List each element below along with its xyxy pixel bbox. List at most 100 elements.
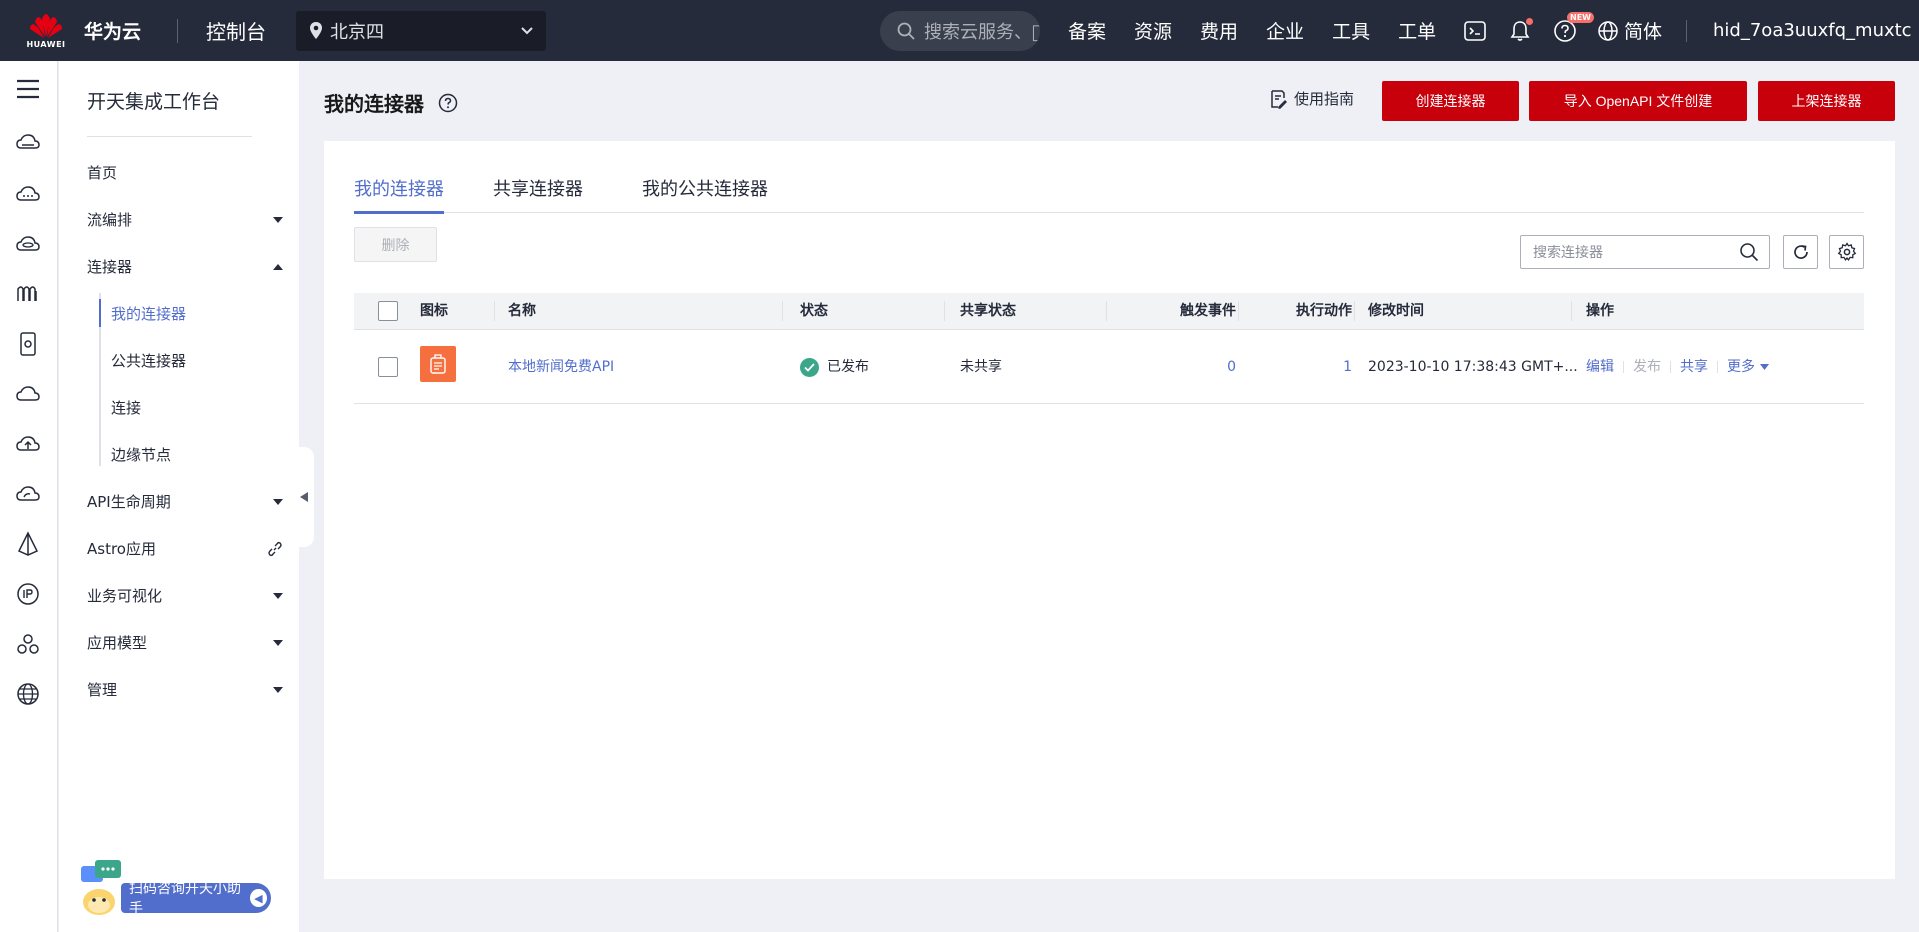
globe-network-icon[interactable]: [15, 681, 41, 707]
nav-link-beian[interactable]: 备案: [1068, 17, 1106, 44]
refresh-icon: [1793, 245, 1808, 259]
column-divider: [782, 301, 783, 321]
nav-link-tickets[interactable]: 工单: [1398, 17, 1436, 44]
chevron-down-icon: [521, 26, 533, 34]
caret-down-icon: [273, 686, 283, 693]
connector-name-link[interactable]: 本地新闻免费API: [508, 330, 614, 404]
cloud-icon[interactable]: [15, 181, 41, 207]
caret-down-icon: [273, 216, 283, 223]
cloud-server-icon[interactable]: [15, 131, 41, 157]
nav-link-resources[interactable]: 资源: [1134, 17, 1172, 44]
nav-link-enterprise[interactable]: 企业: [1266, 17, 1304, 44]
hamburger-menu-icon[interactable]: [16, 79, 40, 99]
edit-link[interactable]: 编辑: [1586, 330, 1614, 404]
brand-name[interactable]: 华为云: [84, 17, 141, 44]
connector-search-input[interactable]: 搜索连接器: [1520, 235, 1770, 269]
sidebar-item-api-lifecycle[interactable]: API生命周期: [87, 491, 283, 512]
sidebar-title: 开天集成工作台: [87, 91, 221, 113]
trigger-events-count[interactable]: 0: [1166, 330, 1236, 404]
pyramid-icon[interactable]: [15, 531, 41, 557]
ip-icon[interactable]: [15, 581, 41, 607]
nav-link-billing[interactable]: 费用: [1200, 17, 1238, 44]
location-pin-icon: [310, 21, 323, 39]
cloud-sync-icon[interactable]: [15, 481, 41, 507]
gear-icon: [1837, 242, 1856, 262]
divider: [1623, 361, 1624, 373]
divider: [87, 136, 252, 137]
column-divider: [1571, 301, 1572, 321]
search-icon[interactable]: [1739, 242, 1759, 262]
more-dropdown[interactable]: 更多: [1727, 330, 1755, 404]
tab-my-connectors[interactable]: 我的连接器: [354, 175, 444, 214]
refresh-button[interactable]: [1783, 235, 1818, 269]
delete-button[interactable]: 删除: [354, 227, 437, 262]
connector-logo-icon: [430, 354, 446, 374]
divider: [1686, 19, 1688, 42]
tab-shared-connectors[interactable]: 共享连接器: [493, 175, 583, 211]
cloud-database-icon[interactable]: [15, 231, 41, 257]
sidebar-item-visualization[interactable]: 业务可视化: [87, 585, 283, 606]
huawei-logo[interactable]: HUAWEI: [0, 0, 92, 61]
cluster-icon[interactable]: [15, 631, 41, 657]
import-openapi-button[interactable]: 导入 OpenAPI 文件创建: [1529, 81, 1747, 121]
top-icon-group: NEW 简体 hid_7oa3uuxfq_muxtc: [1462, 0, 1912, 61]
share-link[interactable]: 共享: [1680, 330, 1708, 404]
caret-up-icon: [273, 263, 283, 270]
nav-link-tools[interactable]: 工具: [1332, 17, 1370, 44]
user-guide-link[interactable]: 使用指南: [1268, 88, 1354, 109]
sidebar-collapse-toggle[interactable]: [294, 447, 314, 547]
connector-icon: [420, 346, 456, 382]
cloud-outline-icon[interactable]: [15, 381, 41, 407]
sidebar-item-connectors[interactable]: 连接器: [87, 256, 283, 277]
search-icon: [897, 22, 915, 40]
sidebar-item-my-connectors[interactable]: 我的连接器: [111, 303, 186, 324]
collapse-assistant-icon[interactable]: ◀: [249, 889, 267, 907]
sidebar-item-flow[interactable]: 流编排: [87, 209, 283, 230]
column-header-name: 名称: [508, 303, 536, 319]
assistant-banner[interactable]: 扫码咨询开天小助手 ◀: [121, 881, 271, 917]
notifications-button[interactable]: [1507, 17, 1533, 44]
divider: [177, 18, 179, 43]
network-icon[interactable]: [15, 281, 41, 307]
storage-icon[interactable]: [15, 331, 41, 357]
terminal-icon: [1464, 20, 1486, 41]
table-header: 图标 名称 状态 共享状态 触发事件 执行动作 修改时间 操作: [354, 293, 1864, 330]
cloud-upload-icon[interactable]: [15, 431, 41, 457]
publish-connector-button[interactable]: 上架连接器: [1758, 81, 1895, 121]
globe-icon: [1598, 20, 1618, 41]
column-header-actions: 执行动作: [1296, 303, 1352, 319]
help-icon[interactable]: [438, 93, 458, 113]
table-row: 本地新闻免费API 已发布 未共享 0 1 2023-10-10 17:38:4…: [354, 330, 1864, 404]
assistant-widget[interactable]: 扫码咨询开天小助手 ◀: [73, 858, 273, 918]
help-button[interactable]: NEW: [1552, 11, 1594, 44]
select-all-checkbox[interactable]: [378, 301, 398, 321]
user-guide-label: 使用指南: [1294, 90, 1355, 108]
caret-down-icon: [273, 639, 283, 646]
sidebar-item-public-connectors[interactable]: 公共连接器: [111, 350, 186, 371]
caret-down-icon[interactable]: [1760, 364, 1769, 370]
column-header-status: 状态: [800, 303, 828, 319]
actions-count[interactable]: 1: [1282, 330, 1352, 404]
sidebar: 开天集成工作台 首页 流编排 连接器 我的连接器 公共连接器 连接 边缘节点 A…: [59, 61, 299, 932]
tab-my-public-connectors[interactable]: 我的公共连接器: [642, 175, 768, 211]
user-menu[interactable]: hid_7oa3uuxfq_muxtc: [1713, 20, 1912, 41]
global-search-input[interactable]: 搜索云服务、 : [880, 11, 1040, 51]
sidebar-item-management[interactable]: 管理: [87, 679, 283, 700]
sidebar-item-edge-nodes[interactable]: 边缘节点: [111, 444, 171, 465]
divider: [1670, 361, 1671, 373]
column-header-icon: 图标: [420, 303, 448, 319]
create-connector-button[interactable]: 创建连接器: [1382, 81, 1519, 121]
sidebar-item-connections[interactable]: 连接: [111, 397, 141, 418]
region-selector[interactable]: 北京四: [296, 10, 547, 51]
sidebar-item-home[interactable]: 首页: [87, 162, 283, 183]
language-selector[interactable]: 简体: [1597, 17, 1662, 44]
column-divider: [944, 301, 945, 321]
caret-down-icon: [273, 498, 283, 505]
settings-button[interactable]: [1829, 235, 1864, 269]
top-nav-links: 备案 资源 费用 企业 工具 工单: [1068, 0, 1464, 61]
sidebar-item-app-model[interactable]: 应用模型: [87, 632, 283, 653]
row-checkbox[interactable]: [378, 357, 398, 377]
cloud-shell-button[interactable]: [1462, 18, 1488, 44]
sidebar-item-astro[interactable]: Astro应用: [87, 538, 283, 559]
console-link[interactable]: 控制台: [206, 16, 266, 45]
